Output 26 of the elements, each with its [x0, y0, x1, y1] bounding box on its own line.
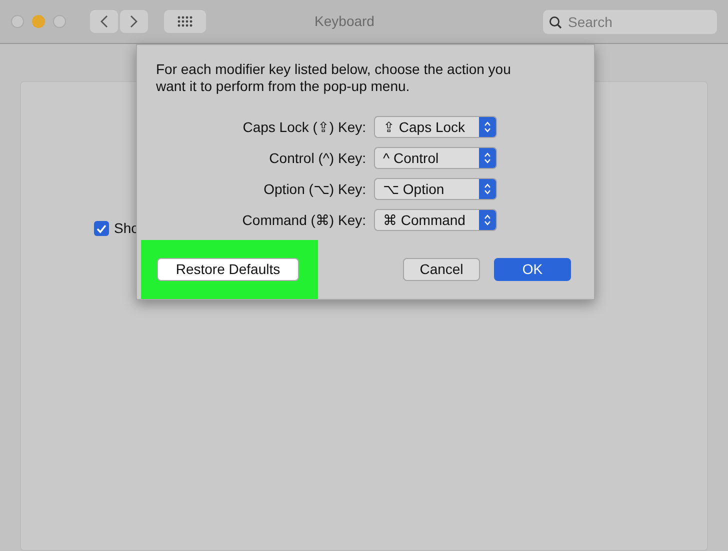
search-field[interactable]: Search	[543, 10, 717, 34]
action-popup[interactable]: ⌘ Command	[374, 209, 497, 231]
chevron-left-icon	[100, 15, 108, 28]
grid-icon	[177, 16, 193, 27]
stepper-icon	[479, 148, 496, 168]
modifier-key-label: Caps Lock (⇪) Key:	[242, 118, 366, 137]
restore-defaults-button[interactable]: Restore Defaults	[157, 258, 299, 281]
sheet-description: For each modifier key listed below, choose the action you want it to perform from the pop-up menu.	[156, 61, 512, 95]
action-popup[interactable]: ⌥ Option	[374, 178, 497, 200]
back-button[interactable]	[90, 10, 118, 33]
forward-button[interactable]	[120, 10, 148, 33]
stepper-icon	[479, 210, 496, 230]
chevron-right-icon	[130, 15, 138, 28]
cancel-button[interactable]: Cancel	[403, 258, 480, 281]
show-all-button[interactable]	[164, 10, 206, 33]
search-icon	[549, 16, 562, 28]
window-title: Keyboard	[314, 12, 376, 31]
action-popup[interactable]: ^ Control	[374, 147, 497, 169]
stepper-icon	[479, 117, 496, 137]
action-popup[interactable]: ⇪ Caps Lock	[374, 116, 497, 138]
modifier-key-label: Option (⌥) Key:	[262, 180, 366, 199]
checkbox[interactable]	[94, 221, 109, 236]
modifier-key-label: Control (^) Key:	[268, 148, 366, 168]
modifier-key-label: Command (⌘) Key:	[241, 210, 366, 230]
ok-button[interactable]: OK	[494, 258, 571, 281]
stepper-icon	[479, 179, 496, 199]
